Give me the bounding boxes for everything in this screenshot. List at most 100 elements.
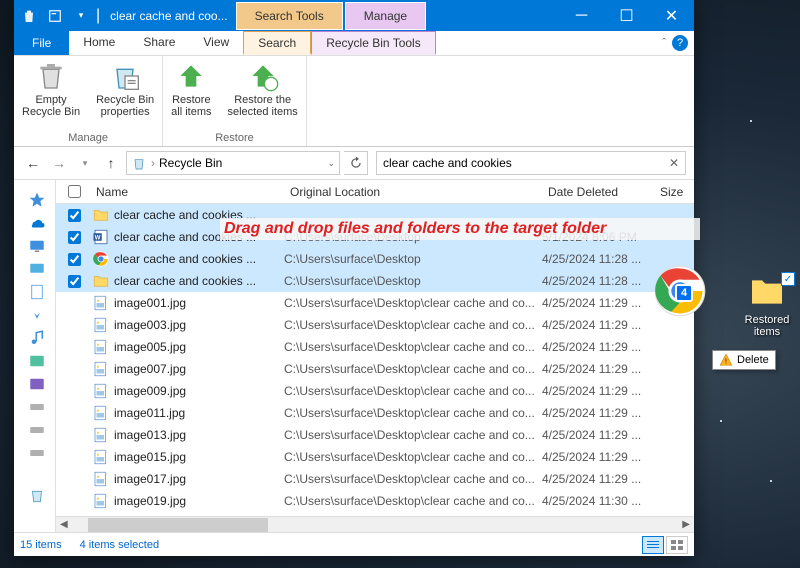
address-location: Recycle Bin (159, 156, 222, 170)
file-date-deleted: 4/25/2024 11:29 ... (542, 428, 660, 442)
tree-documents[interactable] (28, 283, 48, 303)
file-rows-container[interactable]: clear cache and cookies ...Wclear cache … (56, 204, 694, 516)
minimize-button[interactable]: ─ (559, 1, 604, 31)
help-icon[interactable]: ? (672, 35, 688, 51)
file-explorer-window: ▾ | clear cache and coo... Search Tools … (14, 0, 694, 556)
back-button[interactable]: ← (22, 152, 44, 174)
tree-quick-access[interactable] (28, 191, 48, 211)
close-button[interactable]: ✕ (649, 1, 694, 31)
file-original-location: C:\Users\surface\Desktop (284, 252, 542, 266)
collapse-ribbon-icon[interactable]: ˆ (662, 37, 666, 49)
file-name: image003.jpg (114, 318, 284, 332)
tab-home[interactable]: Home (69, 31, 129, 55)
table-row[interactable]: image005.jpgC:\Users\surface\Desktop\cle… (56, 336, 694, 358)
tab-share[interactable]: Share (129, 31, 189, 55)
context-tab-search-tools[interactable]: Search Tools (236, 2, 343, 30)
table-row[interactable]: image009.jpgC:\Users\surface\Desktop\cle… (56, 380, 694, 402)
tree-item[interactable] (28, 375, 48, 395)
row-checkbox[interactable] (56, 253, 92, 266)
tree-desktop[interactable] (28, 260, 48, 280)
forward-button[interactable]: → (48, 152, 70, 174)
table-row[interactable]: image017.jpgC:\Users\surface\Desktop\cle… (56, 468, 694, 490)
tree-music[interactable] (28, 329, 48, 349)
table-row[interactable]: image007.jpgC:\Users\surface\Desktop\cle… (56, 358, 694, 380)
search-input[interactable] (383, 156, 669, 170)
table-row[interactable]: image013.jpgC:\Users\surface\Desktop\cle… (56, 424, 694, 446)
tree-item[interactable] (28, 421, 48, 441)
column-original-location[interactable]: Original Location (284, 185, 542, 199)
empty-recycle-bin-button[interactable]: Empty Recycle Bin (14, 56, 88, 130)
column-headers: Name Original Location Date Deleted Size (56, 180, 694, 204)
file-date-deleted: 4/25/2024 11:29 ... (542, 296, 660, 310)
warning-icon: ! (719, 353, 733, 367)
tree-downloads[interactable] (28, 306, 48, 326)
refresh-button[interactable] (344, 151, 368, 175)
qat-dropdown-icon[interactable]: ▾ (70, 5, 92, 27)
row-checkbox[interactable] (56, 231, 92, 244)
recent-locations-dropdown[interactable]: ▾ (74, 152, 96, 174)
file-type-icon (92, 316, 110, 334)
file-original-location: C:\Users\surface\Desktop\clear cache and… (284, 318, 542, 332)
address-bar[interactable]: › Recycle Bin ⌄ (126, 151, 340, 175)
table-row[interactable]: image019.jpgC:\Users\surface\Desktop\cle… (56, 490, 694, 512)
address-dropdown-icon[interactable]: ⌄ (327, 158, 335, 169)
column-checkbox[interactable] (56, 185, 92, 198)
tree-disk[interactable] (28, 398, 48, 418)
file-original-location: C:\Users\surface\Desktop\clear cache and… (284, 384, 542, 398)
drag-ghost-chrome: 4 (653, 264, 707, 318)
tab-file[interactable]: File (14, 31, 69, 55)
status-bar: 15 items 4 items selected (14, 532, 694, 556)
tree-item[interactable] (28, 444, 48, 464)
tree-this-pc[interactable] (28, 237, 48, 257)
tree-recycle-bin[interactable] (28, 486, 48, 506)
table-row[interactable]: clear cache and cookies ...C:\Users\surf… (56, 270, 694, 292)
navigation-pane[interactable] (14, 180, 56, 532)
checkbox-icon: ✓ (781, 272, 795, 286)
file-original-location: C:\Users\surface\Desktop\clear cache and… (284, 472, 542, 486)
status-selected-count: 4 items selected (80, 539, 159, 551)
column-size[interactable]: Size (654, 185, 694, 199)
titlebar[interactable]: ▾ | clear cache and coo... Search Tools … (14, 0, 694, 31)
file-type-icon (92, 470, 110, 488)
tree-onedrive[interactable] (28, 214, 48, 234)
row-checkbox[interactable] (56, 275, 92, 288)
search-box[interactable]: ✕ (376, 151, 686, 175)
row-checkbox[interactable] (56, 209, 92, 222)
maximize-button[interactable]: ☐ (604, 1, 649, 31)
recycle-bin-small-icon (131, 155, 147, 171)
tree-pictures[interactable] (28, 352, 48, 372)
recycle-bin-properties-button[interactable]: Recycle Bin properties (88, 56, 162, 130)
status-item-count: 15 items (20, 539, 62, 551)
thumbnails-view-button[interactable] (666, 536, 688, 554)
table-row[interactable]: clear cache and cookies ...C:\Users\surf… (56, 248, 694, 270)
ribbon-group-restore: Restore (163, 130, 306, 146)
restore-selected-items-button[interactable]: Restore the selected items (220, 56, 306, 130)
column-date-deleted[interactable]: Date Deleted (542, 185, 654, 199)
clear-search-icon[interactable]: ✕ (669, 156, 679, 170)
ribbon: Empty Recycle Bin Recycle Bin properties… (14, 56, 694, 147)
properties-qat-icon[interactable] (44, 5, 66, 27)
desktop-icon-restored-items[interactable]: ✓ Restored items (740, 272, 794, 338)
file-name: image015.jpg (114, 450, 284, 464)
desktop-icon-label: Restored items (745, 314, 790, 338)
tab-search[interactable]: Search (243, 31, 311, 55)
file-original-location: C:\Users\surface\Desktop\clear cache and… (284, 362, 542, 376)
recycle-bin-icon[interactable] (18, 5, 40, 27)
scroll-thumb[interactable] (88, 518, 268, 532)
table-row[interactable]: image001.jpgC:\Users\surface\Desktop\cle… (56, 292, 694, 314)
table-row[interactable]: image011.jpgC:\Users\surface\Desktop\cle… (56, 402, 694, 424)
file-date-deleted: 4/25/2024 11:29 ... (542, 318, 660, 332)
restore-all-items-button[interactable]: Restore all items (163, 56, 219, 130)
file-original-location: C:\Users\surface\Desktop\clear cache and… (284, 340, 542, 354)
up-button[interactable]: ↑ (100, 152, 122, 174)
table-row[interactable]: image003.jpgC:\Users\surface\Desktop\cle… (56, 314, 694, 336)
tab-view[interactable]: View (189, 31, 243, 55)
context-tab-manage[interactable]: Manage (345, 2, 426, 30)
details-view-button[interactable] (642, 536, 664, 554)
table-row[interactable]: image015.jpgC:\Users\surface\Desktop\cle… (56, 446, 694, 468)
file-type-icon (92, 404, 110, 422)
file-date-deleted: 4/25/2024 11:29 ... (542, 362, 660, 376)
horizontal-scrollbar[interactable]: ◀ ▶ (56, 516, 694, 532)
tab-recycle-bin-tools[interactable]: Recycle Bin Tools (311, 31, 436, 55)
column-name[interactable]: Name (92, 185, 284, 199)
